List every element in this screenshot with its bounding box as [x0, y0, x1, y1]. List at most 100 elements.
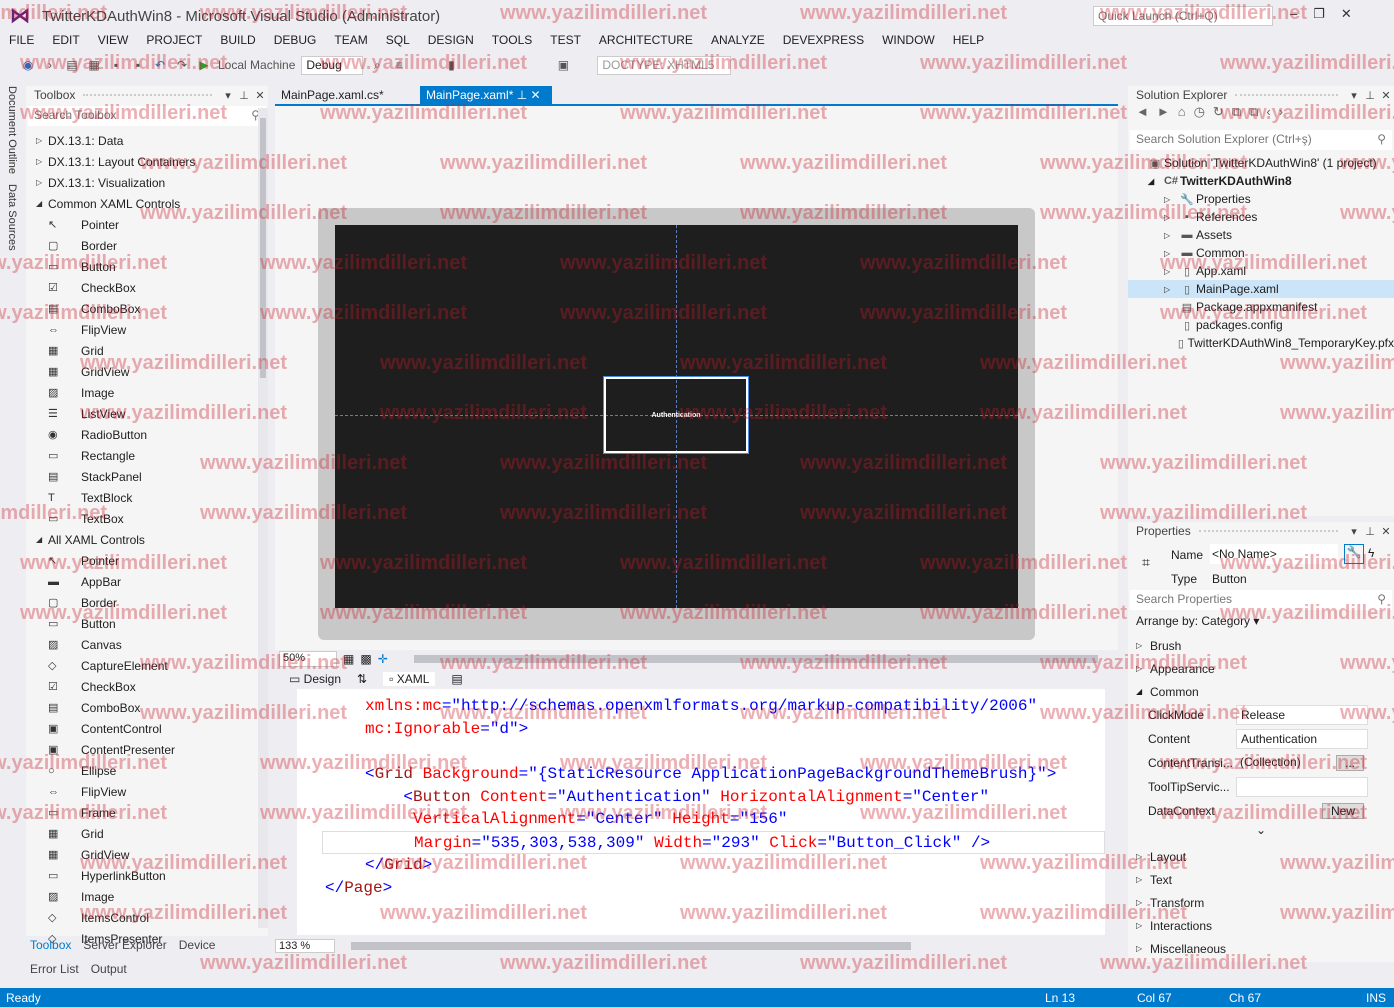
code-line[interactable]: xmlns:mc="http://schemas.openxmlformats.… — [297, 695, 1105, 718]
solution-tree-item[interactable]: ▣ Solution 'TwitterKDAuthWin8' (1 project… — [1128, 154, 1394, 172]
dropdown-icon[interactable]: ▾ — [1346, 525, 1362, 538]
start-debug-icon[interactable]: ▶ — [196, 57, 212, 73]
solution-tree-item[interactable]: ▷ ▬ Common — [1128, 244, 1394, 262]
dropdown-icon[interactable]: ▾ — [1346, 89, 1362, 102]
toolbox-item[interactable]: ↖ Pointer — [26, 550, 268, 571]
menu-test[interactable]: TEST — [541, 31, 590, 51]
code-line[interactable] — [297, 740, 1105, 763]
toolbox-item[interactable]: ⇔ FlipView — [26, 781, 268, 802]
menu-build[interactable]: BUILD — [211, 31, 264, 51]
toolbox-item[interactable]: ▭ Rectangle — [26, 445, 268, 466]
xaml-code-editor[interactable]: xmlns:mc="http://schemas.openxmlformats.… — [297, 689, 1105, 935]
horizontal-scrollbar[interactable] — [413, 655, 1098, 663]
solution-search-input[interactable]: Search Solution Explorer (Ctrl+ş) ⚲ — [1130, 130, 1392, 150]
toolbox-item[interactable]: ▦ GridView — [26, 361, 268, 382]
solution-tree-item[interactable]: ◢ C# TwitterKDAuthWin8 — [1128, 172, 1394, 190]
property-category[interactable]: ◢ Common — [1128, 680, 1394, 703]
forward-icon[interactable]: › — [42, 57, 58, 73]
toolbox-item[interactable]: ☑ CheckBox — [26, 277, 268, 298]
find-icon[interactable]: ⌕ — [369, 57, 385, 73]
property-category[interactable]: ▷ Miscellaneous — [1128, 937, 1394, 960]
toolbox-item[interactable]: ▭ Frame — [26, 802, 268, 823]
solution-tree-item[interactable]: ▷ ▪ References — [1128, 208, 1394, 226]
toolbox-item[interactable]: ☑ CheckBox — [26, 676, 268, 697]
swap-panes-icon[interactable]: ⇅ — [357, 672, 367, 686]
format-icon[interactable]: ≡ — [391, 57, 407, 73]
solution-tree-item[interactable]: ▷ ▯ App.xaml — [1128, 262, 1394, 280]
xaml-tab[interactable]: ▫ XAML — [383, 672, 436, 686]
undo-icon[interactable]: ↶ — [152, 57, 168, 73]
toolbox-item[interactable]: ▢ Border — [26, 592, 268, 613]
toolbox-tab[interactable]: Toolbox — [30, 938, 71, 952]
toolbox-item[interactable]: ◇ CaptureElement — [26, 655, 268, 676]
properties-search-input[interactable]: Search Properties ⚲ — [1130, 590, 1392, 610]
events-lightning-icon[interactable]: ϟ — [1368, 546, 1374, 560]
menu-analyze[interactable]: ANALYZE — [702, 31, 774, 51]
expand-arrow-icon[interactable]: ▷ — [1164, 267, 1178, 276]
menu-help[interactable]: HELP — [944, 31, 993, 51]
open-icon[interactable]: ▦ — [86, 57, 102, 73]
toolbox-item[interactable]: ▤ ComboBox — [26, 298, 268, 319]
device-tab[interactable]: Device — [179, 938, 216, 952]
code-line[interactable]: <Button Content="Authentication" Horizon… — [297, 786, 1105, 809]
editor-zoom-dropdown[interactable]: 133 % — [275, 939, 335, 953]
solution-tree-item[interactable]: ▤ Package.appxmanifest — [1128, 298, 1394, 316]
toolbox-search-input[interactable]: Search Toolbox ⚲ — [28, 106, 266, 126]
code-line[interactable]: Margin="535,303,538,309" Width="293" Cli… — [322, 831, 1105, 854]
toolbox-category[interactable]: ▷ DX.13.1: Visualization — [26, 172, 268, 193]
menu-view[interactable]: VIEW — [89, 31, 138, 51]
new-project-icon[interactable]: ▤ — [64, 57, 80, 73]
property-category[interactable]: ▷ Interactions — [1128, 914, 1394, 937]
expand-arrow-icon[interactable]: ▷ — [1164, 249, 1178, 258]
toolbox-category[interactable]: ◢ Common XAML Controls — [26, 193, 268, 214]
toolbox-category[interactable]: ▷ DX.13.1: Data — [26, 130, 268, 151]
property-category[interactable]: ▷ Text — [1128, 868, 1394, 891]
design-surface[interactable]: Authentication — [275, 106, 1118, 650]
expand-arrow-icon[interactable]: ▷ — [1164, 285, 1178, 294]
toolbox-item[interactable]: ↖ Pointer — [26, 214, 268, 235]
toolbox-item[interactable]: ▦ GridView — [26, 844, 268, 865]
designer-zoom-dropdown[interactable]: 50% — [279, 651, 337, 667]
arrange-by-dropdown[interactable]: Arrange by: Category ▾ — [1128, 614, 1394, 634]
doctype-dropdown[interactable]: DOCTYPE: XHTML5 — [597, 55, 732, 75]
toolbox-item[interactable]: ▭ HyperlinkButton — [26, 865, 268, 886]
toolbox-item[interactable]: ▨ Image — [26, 382, 268, 403]
expand-arrow-icon[interactable]: ▷ — [1164, 213, 1178, 222]
menu-design[interactable]: DESIGN — [419, 31, 483, 51]
data-sources-tab[interactable]: Data Sources — [6, 184, 18, 251]
window-controls[interactable]: –❐✕ — [1290, 6, 1368, 22]
toolbox-item[interactable]: ▤ ComboBox — [26, 697, 268, 718]
tab-mainpage-xaml[interactable]: MainPage.xaml* ⊥ ✕ — [420, 86, 552, 104]
close-tab-icon[interactable]: ✕ — [531, 88, 541, 102]
close-icon[interactable]: ✕ — [252, 89, 268, 102]
code-line[interactable]: <Grid Background="{StaticResource Applic… — [297, 763, 1105, 786]
toolbox-item[interactable]: ○ Ellipse — [26, 760, 268, 781]
toolbox-item[interactable]: ▢ Border — [26, 235, 268, 256]
menu-window[interactable]: WINDOW — [873, 31, 944, 51]
toolbox-scrollbar[interactable] — [258, 108, 268, 928]
dropdown-icon[interactable]: ▾ — [220, 89, 236, 102]
configuration-dropdown[interactable]: Debug — [301, 55, 364, 75]
server-explorer-tab[interactable]: Server Explorer — [83, 938, 166, 952]
code-line[interactable]: VerticalAlignment="Center" Height="156" — [297, 808, 1105, 831]
toolbox-item[interactable]: ▣ ContentControl — [26, 718, 268, 739]
close-icon[interactable]: ✕ — [1378, 525, 1394, 538]
page-canvas[interactable]: Authentication — [335, 225, 1018, 608]
toolbox-item[interactable]: T TextBlock — [26, 487, 268, 508]
grid-icon[interactable]: ▦ — [343, 652, 354, 666]
design-tab[interactable]: ▭ Design — [289, 672, 341, 686]
menu-edit[interactable]: EDIT — [43, 31, 88, 51]
back-icon[interactable]: ◉ — [20, 57, 36, 73]
tab-mainpage-xaml-cs[interactable]: MainPage.xaml.cs* — [275, 86, 390, 104]
breakpoint-icon[interactable]: ▮ — [443, 57, 459, 73]
pin-icon[interactable]: ⊥ — [1362, 525, 1378, 538]
menu-sql[interactable]: SQL — [377, 31, 419, 51]
toolbox-item[interactable]: ▨ Canvas — [26, 634, 268, 655]
toolbox-item[interactable]: ▦ Grid — [26, 340, 268, 361]
new-button[interactable]: New — [1321, 803, 1364, 819]
artboard-icon[interactable]: ▩ — [360, 652, 371, 666]
property-value-input[interactable]: Release — [1236, 705, 1368, 725]
toolbox-item[interactable]: ▭ Button — [26, 256, 268, 277]
solution-tree-item[interactable]: ▯ TwitterKDAuthWin8_TemporaryKey.pfx — [1128, 334, 1394, 352]
toolbox-item[interactable]: ▣ ContentPresenter — [26, 739, 268, 760]
